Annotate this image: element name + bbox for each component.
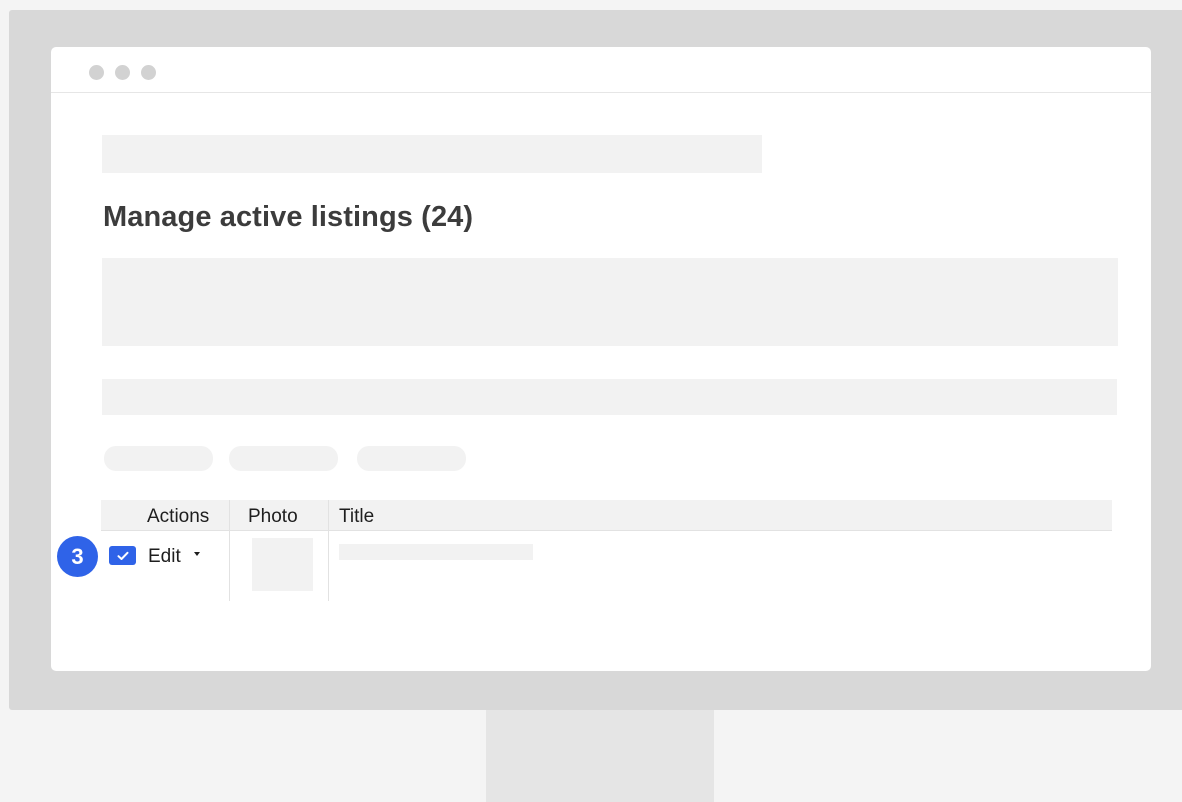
filter-pill-placeholder [229, 446, 338, 471]
filter-pill-placeholder [357, 446, 466, 471]
column-header-title[interactable]: Title [339, 506, 374, 528]
checkmark-icon [117, 551, 128, 560]
table-header: Actions Photo Title [101, 500, 1112, 531]
breadcrumb-placeholder [102, 135, 762, 173]
column-divider [328, 500, 329, 601]
window-dot-maximize [141, 65, 156, 80]
caret-down-icon[interactable] [194, 552, 200, 556]
edit-dropdown-button[interactable]: Edit [148, 546, 181, 568]
listing-title-placeholder [339, 544, 533, 560]
listing-photo-placeholder [252, 538, 313, 591]
row-select-checkbox[interactable] [109, 546, 136, 565]
window-dot-close [89, 65, 104, 80]
window-dot-minimize [115, 65, 130, 80]
search-bar-placeholder [102, 379, 1117, 415]
step-number-badge: 3 [57, 536, 98, 577]
monitor-stand [486, 710, 714, 802]
browser-window: Manage active listings (24) Actions Phot… [51, 47, 1151, 671]
page-title: Manage active listings (24) [103, 201, 474, 233]
window-titlebar [51, 47, 1151, 93]
info-banner-placeholder [102, 258, 1118, 346]
column-divider [229, 500, 230, 601]
filter-pill-placeholder [104, 446, 213, 471]
column-header-actions[interactable]: Actions [147, 506, 209, 528]
column-header-photo[interactable]: Photo [248, 506, 298, 528]
